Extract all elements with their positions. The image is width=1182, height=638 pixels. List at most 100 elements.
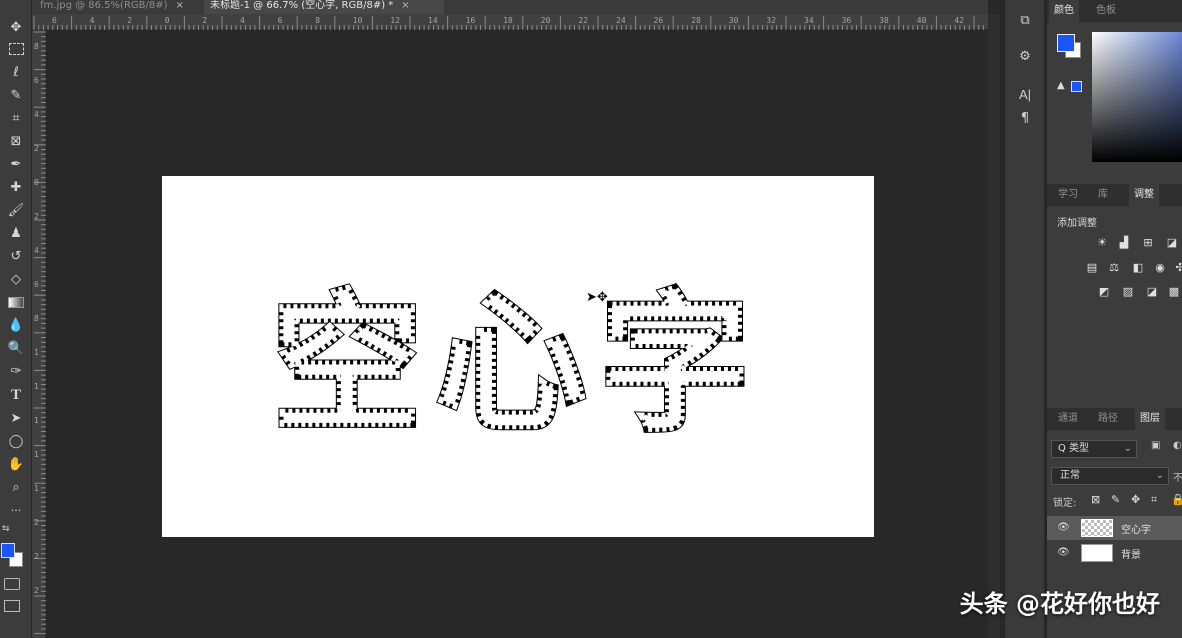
actions-panel-icon[interactable]: ⚙: [1015, 46, 1035, 66]
tab-learn[interactable]: 学习: [1053, 184, 1083, 206]
blur-icon[interactable]: 💧: [2, 314, 30, 336]
vibrance-icon[interactable]: ▤: [1085, 261, 1099, 274]
hand-icon[interactable]: ✋: [2, 453, 30, 475]
posterize-icon[interactable]: ▨: [1121, 285, 1135, 298]
ruler-label: 10: [352, 16, 363, 25]
ruler-label: 2: [202, 16, 208, 25]
exposure-icon[interactable]: ◪: [1165, 236, 1179, 249]
ruler-label: 6: [52, 16, 57, 25]
brightness-icon[interactable]: ☀: [1095, 236, 1109, 249]
ruler-label: 2: [34, 518, 39, 527]
gradient-map-icon[interactable]: ▩: [1167, 285, 1181, 298]
tab-color[interactable]: 颜色: [1049, 0, 1079, 22]
channel-mixer-icon[interactable]: ✣: [1173, 261, 1182, 274]
invert-icon[interactable]: ◩: [1097, 285, 1111, 298]
tab-layers[interactable]: 图层: [1135, 408, 1165, 430]
tab-library[interactable]: 库: [1093, 184, 1113, 206]
crop-icon[interactable]: ⌗: [2, 107, 30, 129]
layer-row-background[interactable]: 👁 背景: [1047, 541, 1182, 565]
lock-pixels-icon[interactable]: ✎: [1111, 493, 1120, 506]
curves-icon[interactable]: ⊞: [1141, 236, 1155, 249]
gamut-warning-icon[interactable]: ▲: [1057, 80, 1065, 91]
text-icon[interactable]: T: [2, 384, 30, 406]
tab-swatches[interactable]: 色板: [1091, 0, 1121, 22]
gradient-icon[interactable]: [2, 291, 30, 313]
quick-mask-icon[interactable]: [4, 578, 20, 590]
frame-icon[interactable]: ⊠: [2, 130, 30, 152]
adjust-filter-icon[interactable]: ◐: [1173, 440, 1182, 451]
photo-filter-icon[interactable]: ◉: [1153, 261, 1167, 274]
brush-icon[interactable]: 🖌: [2, 199, 30, 221]
color-panel-tabs: 颜色 色板: [1047, 0, 1182, 22]
eye-icon[interactable]: 👁: [1057, 522, 1070, 533]
hollow-text-selection: 空心字 空心字 空心字: [267, 273, 764, 457]
zoom-icon[interactable]: ⌕: [2, 476, 30, 498]
canvas-scrollbar[interactable]: [988, 14, 1000, 638]
dodge-icon[interactable]: 🔍: [2, 337, 30, 359]
ruler-label: 6: [34, 76, 39, 85]
marquee-icon[interactable]: [2, 38, 30, 60]
layers-panel-tabs: 通道 路径 图层: [1047, 408, 1182, 430]
ruler-label: 4: [240, 16, 245, 25]
lasso-icon[interactable]: ℓ: [2, 61, 30, 83]
lock-position-icon[interactable]: ✥: [1131, 493, 1140, 506]
ellipse-icon[interactable]: ◯: [2, 430, 30, 452]
lock-transparent-icon[interactable]: ⊠: [1091, 493, 1100, 506]
layer-filter-select[interactable]: Q 类型 ⌄: [1051, 440, 1137, 458]
ruler-label: 22: [578, 16, 589, 25]
close-icon[interactable]: ×: [176, 0, 184, 11]
tab-fm-jpg[interactable]: fm.jpg @ 86.5%(RGB/8#) ×: [40, 0, 200, 14]
layer-name: 背景: [1121, 550, 1141, 561]
foreground-color-swatch[interactable]: [1, 543, 15, 558]
bw-icon[interactable]: ◧: [1131, 261, 1145, 274]
move-icon[interactable]: ✥: [2, 16, 30, 38]
hollow-text-fill: 空心字: [272, 278, 764, 452]
watermark: 头条 @花好你也好: [959, 590, 1160, 618]
opacity-label: 不: [1173, 473, 1182, 484]
eyedropper-icon[interactable]: ✒: [2, 153, 30, 175]
stamp-icon[interactable]: ♟: [2, 222, 30, 244]
ruler-label: 2: [34, 552, 39, 561]
chevron-down-icon: ⌄: [1155, 470, 1164, 481]
path-select-icon[interactable]: ➤: [2, 407, 30, 429]
horizontal-ruler: 6 4 2 0 2 4 6 8 10 12 14 16 18 20 22 24 26 28 30 32 34 36 38 40…: [32, 14, 988, 30]
layer-row-hollow-text[interactable]: 👁 空心字: [1047, 516, 1182, 540]
lock-artboard-icon[interactable]: ⌗: [1151, 493, 1157, 507]
pen-icon[interactable]: ✑: [2, 360, 30, 382]
lock-all-icon[interactable]: 🔒: [1171, 493, 1182, 506]
pixel-filter-icon[interactable]: ▣: [1151, 440, 1160, 451]
blend-mode-label: 正常: [1060, 470, 1080, 481]
eye-icon[interactable]: 👁: [1057, 547, 1070, 558]
levels-icon[interactable]: ▟: [1117, 236, 1131, 249]
ruler-label: 4: [34, 246, 39, 255]
layer-name: 空心字: [1121, 525, 1151, 536]
foreground-color-swatch[interactable]: [1057, 34, 1075, 52]
history-brush-icon[interactable]: ↺: [2, 245, 30, 267]
screen-mode-icon[interactable]: [4, 600, 20, 612]
tools-panel: ✥ ℓ ✎ ⌗ ⊠ ✒ ✚ 🖌 ♟ ↺ ◇ 💧 🔍 ✑ T ➤ ◯ ✋ ⌕ ··…: [0, 0, 32, 638]
tab-adjustments[interactable]: 调整: [1129, 184, 1159, 206]
ruler-label: 42: [954, 16, 965, 25]
eraser-icon[interactable]: ◇: [2, 268, 30, 290]
quick-select-icon[interactable]: ✎: [2, 84, 30, 106]
ruler-label: 30: [728, 16, 739, 25]
more-icon[interactable]: ···: [2, 499, 30, 521]
history-panel-icon[interactable]: ⧉: [1015, 10, 1035, 30]
threshold-icon[interactable]: ◪: [1145, 285, 1159, 298]
character-panel-icon[interactable]: A|: [1015, 84, 1035, 104]
tab-channels[interactable]: 通道: [1053, 408, 1083, 430]
document-canvas[interactable]: 空心字 空心字 空心字 ➤✥: [162, 176, 874, 537]
ruler-label: 1: [34, 416, 39, 425]
tab-paths[interactable]: 路径: [1093, 408, 1123, 430]
web-safe-swatch[interactable]: [1071, 81, 1082, 92]
ruler-label: 14: [428, 16, 438, 25]
healing-icon[interactable]: ✚: [2, 176, 30, 198]
swap-colors-icon[interactable]: ⇆: [2, 524, 10, 534]
adjust-panel-tabs: 学习 库 调整: [1047, 184, 1182, 206]
balance-icon[interactable]: ⚖: [1107, 261, 1121, 274]
close-icon[interactable]: ×: [401, 0, 409, 11]
tab-untitled-1[interactable]: 未标题-1 @ 66.7% (空心字, RGB/8#) * ×: [204, 0, 444, 14]
paragraph-panel-icon[interactable]: ¶: [1015, 108, 1035, 128]
color-picker-field[interactable]: [1092, 32, 1182, 162]
blend-mode-select[interactable]: 正常 ⌄: [1051, 467, 1169, 485]
